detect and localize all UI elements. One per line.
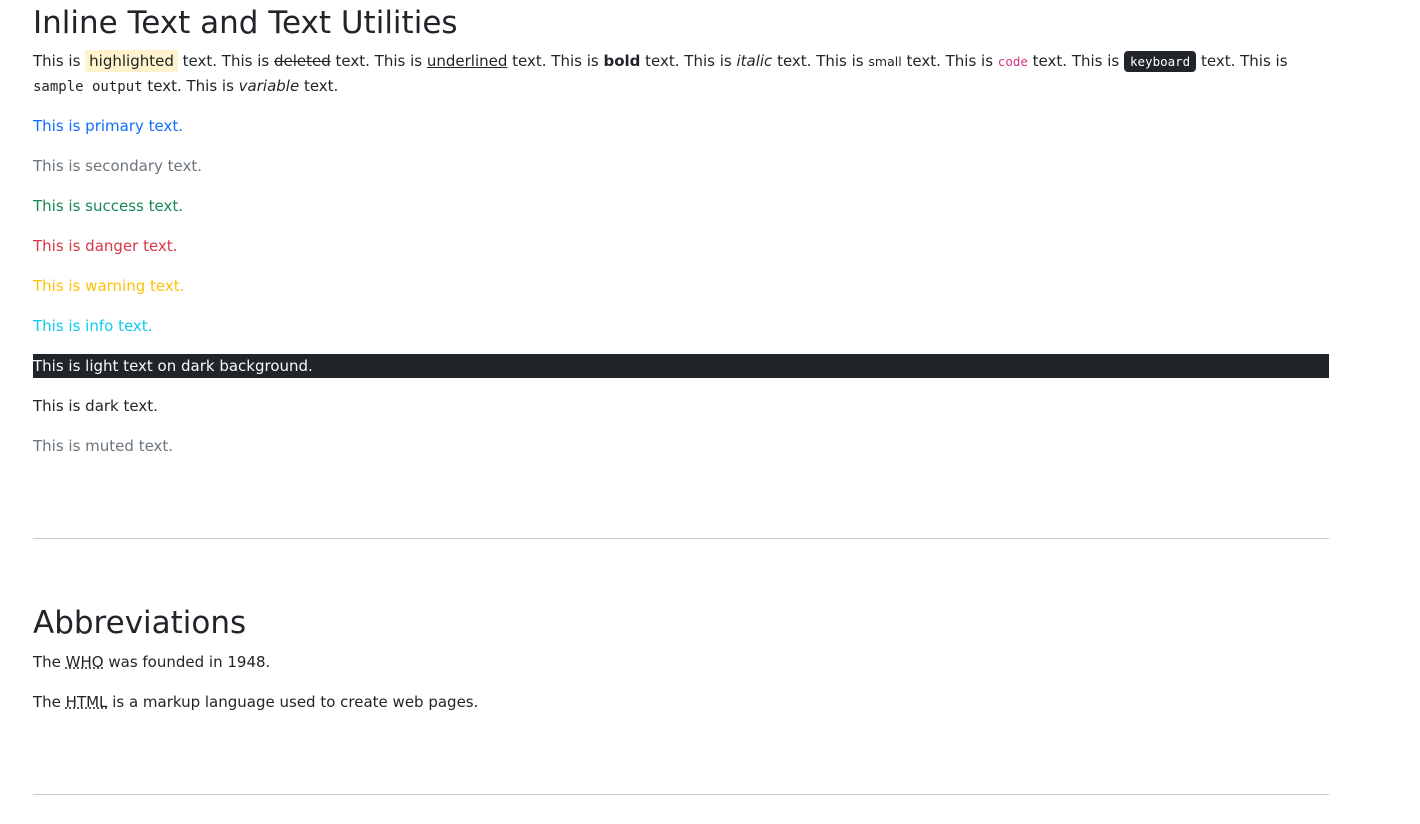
abbreviation-line-html: The HTML is a markup language used to cr… bbox=[33, 690, 478, 715]
success-text: This is success text. bbox=[33, 197, 183, 215]
inline-text-fragment: text. This is bbox=[177, 52, 274, 70]
inline-text-fragment: text. This is bbox=[640, 52, 737, 70]
warning-text: This is warning text. bbox=[33, 277, 185, 295]
section-divider bbox=[33, 538, 1329, 539]
abbreviation-who[interactable]: WHO bbox=[66, 653, 104, 671]
section-title-inline-text: Inline Text and Text Utilities bbox=[33, 5, 458, 41]
section-title-abbreviations: Abbreviations bbox=[33, 605, 247, 641]
inline-text-fragment: text. This is bbox=[507, 52, 604, 70]
text-fragment: is a markup language used to create web … bbox=[107, 693, 479, 711]
highlighted-text: highlighted bbox=[85, 50, 178, 72]
inline-text-fragment: This is bbox=[33, 52, 86, 70]
danger-text: This is danger text. bbox=[33, 237, 178, 255]
muted-text: This is muted text. bbox=[33, 437, 174, 455]
inline-text-fragment: text. bbox=[299, 77, 339, 95]
small-text: small bbox=[868, 54, 902, 69]
inline-text-paragraph: This is highlighted text. This is delete… bbox=[33, 49, 1329, 100]
inline-text-fragment: text. This is bbox=[142, 77, 239, 95]
text-fragment: The bbox=[33, 693, 66, 711]
bold-text: bold bbox=[603, 52, 641, 70]
light-on-dark-text: This is light text on dark background. bbox=[33, 354, 1329, 378]
variable-text: variable bbox=[238, 77, 300, 95]
sample-output-text: sample output bbox=[33, 79, 143, 95]
section-divider bbox=[33, 794, 1329, 795]
keyboard-text: keyboard bbox=[1124, 51, 1197, 72]
text-fragment: was founded in 1948. bbox=[103, 653, 271, 671]
deleted-text: deleted bbox=[273, 52, 331, 70]
dark-text: This is dark text. bbox=[33, 397, 158, 415]
text-fragment: The bbox=[33, 653, 66, 671]
inline-text-fragment: text. This is bbox=[1027, 52, 1124, 70]
code-text: code bbox=[997, 54, 1028, 69]
inline-text-fragment: text. This is bbox=[1196, 52, 1288, 70]
inline-text-fragment: text. This is bbox=[901, 52, 998, 70]
secondary-text: This is secondary text. bbox=[33, 157, 203, 175]
inline-text-fragment: text. This is bbox=[330, 52, 427, 70]
primary-text: This is primary text. bbox=[33, 117, 184, 135]
inline-text-fragment: text. This is bbox=[772, 52, 869, 70]
abbreviation-line-who: The WHO was founded in 1948. bbox=[33, 650, 270, 675]
italic-text: italic bbox=[736, 52, 773, 70]
info-text: This is info text. bbox=[33, 317, 153, 335]
underlined-text: underlined bbox=[426, 52, 508, 70]
abbreviation-html[interactable]: HTML bbox=[66, 693, 108, 711]
